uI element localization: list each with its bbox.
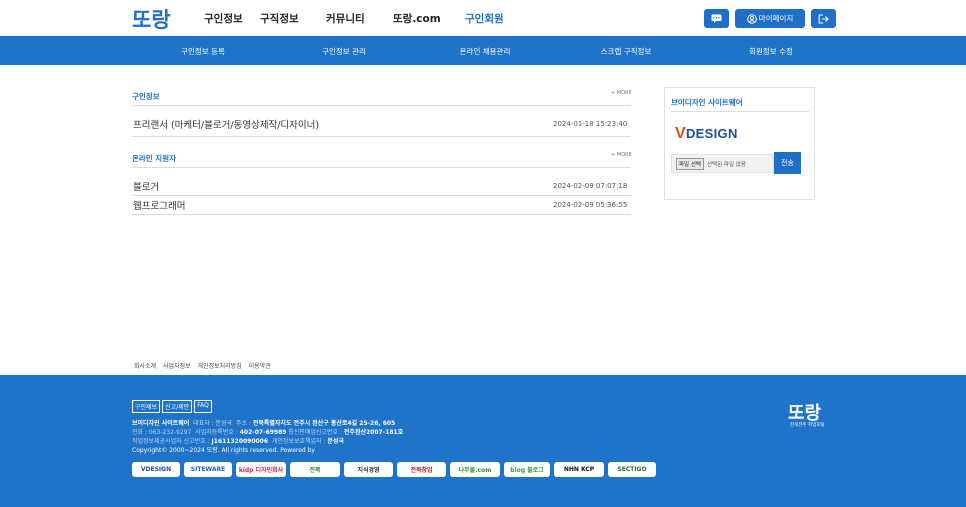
- divider: [132, 214, 631, 215]
- divider: [132, 105, 631, 106]
- vdesign-logo-text: DESIGN: [685, 126, 738, 141]
- mypage-button[interactable]: 마이페이지: [735, 9, 805, 28]
- job-row-date: 2024-01-18 15:23:40: [553, 120, 628, 128]
- badge-blog[interactable]: blog 블로그: [504, 462, 550, 477]
- badge-siteware[interactable]: SITEWARE: [184, 462, 232, 477]
- jobs-more-link[interactable]: + MORE: [611, 90, 632, 96]
- footer-tab-suggest[interactable]: 신고/제안: [162, 400, 193, 413]
- footer-info-line1: 브이디자인 사이트웨어 대표자 : 문성국 주소 : 전북특별자치도 전주시 완…: [132, 420, 396, 427]
- badge-knowledge[interactable]: 지식경영: [344, 462, 393, 477]
- logout-icon: [818, 13, 829, 24]
- site-footer: 구인제보 신고/제안 FAQ 브이디자인 사이트웨어 대표자 : 문성국 주소 …: [0, 375, 966, 507]
- divider: [132, 167, 631, 168]
- partner-badges: VDESIGN SITEWARE kidp 디자인회사 전북 지식경영 전북창업…: [132, 462, 660, 477]
- nav-job-offers[interactable]: 구인정보: [204, 11, 243, 26]
- badge-startup[interactable]: 전북창업: [397, 462, 446, 477]
- applicants-section-title: 온라인 지원자: [132, 154, 177, 163]
- footer-info-line2: 전화 : 063-232-9297 사업자등록번호 : 402-07-69989…: [132, 429, 404, 436]
- divider: [671, 111, 809, 112]
- subnav-manage-job[interactable]: 구인정보 관리: [322, 46, 366, 57]
- footer-logo-subtitle: 전북전주 취업포털: [790, 423, 825, 428]
- footer-link-about[interactable]: 회사소개: [134, 363, 156, 370]
- subnav-online-recruit[interactable]: 온라인 채용관리: [460, 46, 511, 57]
- badge-namumall[interactable]: 나무몰.com: [450, 462, 500, 477]
- site-logo[interactable]: 또랑: [132, 6, 178, 32]
- badge-kcp[interactable]: NHN KCP: [554, 462, 604, 477]
- job-row-title[interactable]: 프리랜서 (마케터/블로거/동영상제작/디자이너): [133, 117, 319, 131]
- subnav-edit-member[interactable]: 회원정보 수정: [749, 46, 793, 57]
- footer-logo: 또랑: [788, 403, 822, 423]
- footer-tab-faq[interactable]: FAQ: [194, 400, 212, 413]
- file-input[interactable]: 파일 선택 선택된 파일 없음: [671, 154, 774, 173]
- nav-ddorang-com[interactable]: 또랑.com: [393, 11, 441, 26]
- footer-logo-text: 또랑: [788, 403, 822, 423]
- jobs-section-title: 구인정보: [132, 92, 160, 101]
- user-icon: [746, 13, 757, 24]
- divider: [132, 195, 631, 196]
- vdesign-logo: VDESIGN: [675, 125, 738, 142]
- logout-button[interactable]: [811, 9, 836, 28]
- badge-jeonbuk[interactable]: 전북: [290, 462, 340, 477]
- footer-tabs: 구인제보 신고/제안 FAQ: [132, 400, 214, 413]
- message-button[interactable]: [704, 9, 729, 28]
- applicant-row-title[interactable]: 웹프로그래머: [133, 198, 185, 212]
- badge-vdesign[interactable]: VDESIGN: [132, 462, 180, 477]
- subnav-scrap-seekers[interactable]: 스크랩 구직정보: [601, 46, 652, 57]
- mypage-label: 마이페이지: [758, 14, 794, 23]
- send-button[interactable]: 전송: [774, 152, 801, 174]
- footer-link-privacy[interactable]: 개인정보처리방침: [198, 363, 242, 370]
- footer-info-line3: 직업정보제공사업자 신고번호 : J1611320090006 개인정보보호책임…: [132, 438, 344, 445]
- file-status: 선택된 파일 없음: [707, 161, 746, 168]
- top-header: 또랑 구인정보 구직정보 커뮤니티 또랑.com 구인회원 마이페이지: [0, 0, 966, 36]
- sidebox-title: 브이디자인 사이트웨어: [671, 98, 743, 107]
- nav-job-seekers[interactable]: 구직정보: [260, 11, 299, 26]
- vdesign-sidebox: 브이디자인 사이트웨어 VDESIGN 파일 선택 선택된 파일 없음 전송: [664, 87, 815, 200]
- file-select-button[interactable]: 파일 선택: [676, 157, 704, 170]
- footer-links: 회사소개 사업자정보 개인정보처리방침 이용약관: [134, 361, 276, 370]
- footer-link-business[interactable]: 사업자정보: [163, 363, 191, 370]
- message-icon: [711, 14, 722, 23]
- site-logo-text: 또랑: [132, 8, 171, 32]
- applicant-row-date: 2024-02-09 07:07:18: [553, 182, 628, 190]
- footer-tab-report[interactable]: 구인제보: [132, 400, 161, 413]
- subnav-register-job[interactable]: 구인정보 등록: [181, 46, 225, 57]
- badge-kidp[interactable]: kidp 디자인회사: [236, 462, 286, 477]
- footer-copyright: Copyright© 2000~2024 또랑. All rights rese…: [132, 447, 315, 454]
- nav-community[interactable]: 커뮤니티: [326, 11, 365, 26]
- applicants-more-link[interactable]: + MORE: [611, 152, 632, 158]
- applicant-row-date: 2024-02-09 05:36:55: [553, 201, 628, 209]
- sub-nav: 구인정보 등록 구인정보 관리 온라인 채용관리 스크랩 구직정보 회원정보 수…: [0, 36, 966, 65]
- divider: [132, 136, 631, 137]
- applicant-row-title[interactable]: 블로거: [133, 179, 159, 193]
- badge-sectigo[interactable]: SECTIGO: [608, 462, 656, 477]
- footer-link-terms[interactable]: 이용약관: [249, 363, 271, 370]
- nav-employer-member[interactable]: 구인회원: [465, 11, 504, 26]
